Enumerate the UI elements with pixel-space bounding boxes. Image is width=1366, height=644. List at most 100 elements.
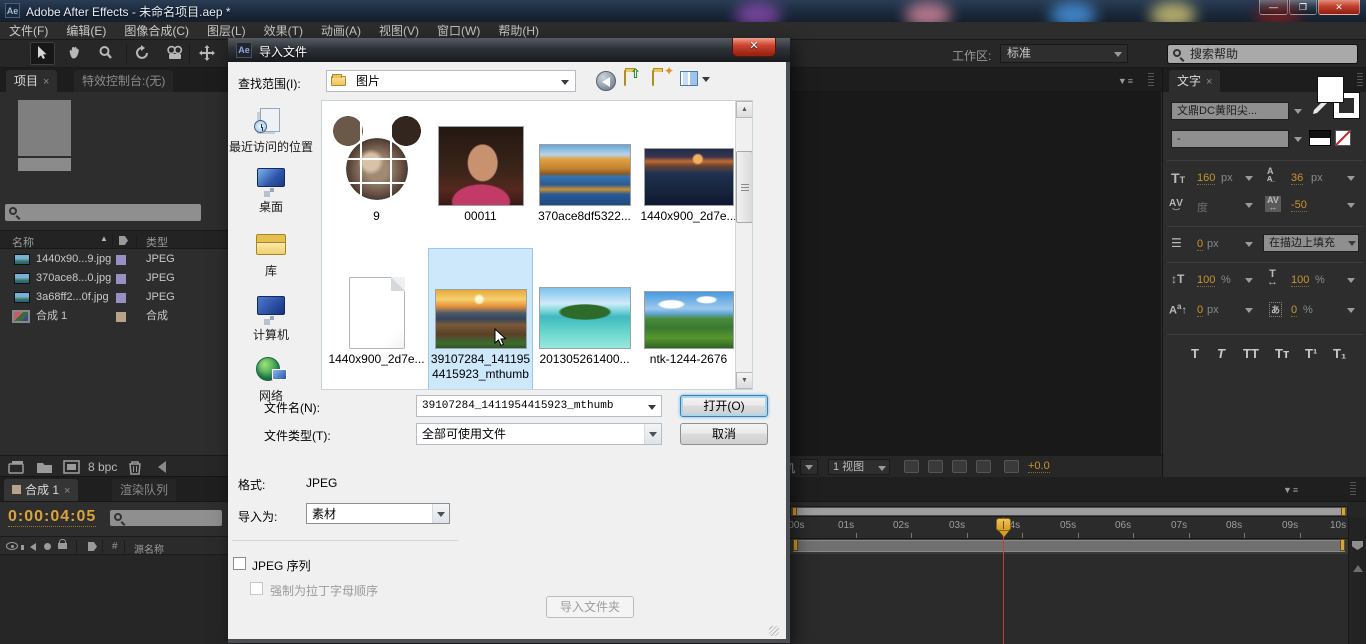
comp-marker-icon[interactable]	[1352, 541, 1363, 550]
fill-over-stroke-swatch[interactable]	[1309, 130, 1331, 146]
camera-tool[interactable]	[163, 42, 188, 65]
tab-effect-controls[interactable]: 特效控制台:(无)	[74, 70, 173, 92]
pan-behind-tool[interactable]	[195, 42, 220, 65]
project-item-row[interactable]: 1440x90...9.jpg JPEG	[0, 250, 228, 269]
place-desktop[interactable]: 桌面	[228, 166, 314, 215]
faux-italic-toggle[interactable]: T	[1217, 346, 1225, 361]
zoom-handle-left[interactable]	[792, 507, 797, 516]
fill-color-swatch[interactable]	[1317, 76, 1344, 103]
label-color-chip[interactable]	[116, 312, 126, 322]
project-search-input[interactable]	[5, 204, 201, 221]
panel-gripper[interactable]	[1357, 73, 1363, 87]
tab-render-queue[interactable]: 渲染队列	[112, 479, 176, 501]
scroll-up-button[interactable]: ▲	[736, 101, 753, 118]
project-item-row[interactable]: 3a68ff2...0f.jpg JPEG	[0, 288, 228, 307]
chevron-down-icon[interactable]	[1294, 137, 1302, 142]
dialog-close-button[interactable]: ✕	[732, 38, 776, 57]
panel-gripper[interactable]	[1350, 482, 1356, 496]
exposure-value[interactable]: +0.0	[1028, 460, 1050, 473]
tsume-value[interactable]: 0	[1291, 304, 1297, 317]
minimize-button[interactable]: —	[1259, 0, 1288, 15]
selection-tool[interactable]	[30, 42, 55, 65]
place-libraries[interactable]: 库	[228, 230, 314, 279]
place-recent[interactable]: 最近访问的位置	[228, 106, 314, 155]
label-color-chip[interactable]	[116, 255, 126, 265]
close-button[interactable]: ✕	[1318, 0, 1360, 15]
chevron-down-icon[interactable]	[1245, 203, 1253, 208]
superscript-toggle[interactable]: T¹	[1305, 346, 1317, 361]
timeline-vertical-scrollbar[interactable]	[1348, 517, 1366, 644]
file-list[interactable]: 9 00011 370ace8df5322... 1440x900_2d7e..…	[321, 100, 753, 390]
label-color-chip[interactable]	[116, 293, 126, 303]
solo-icon[interactable]	[44, 543, 51, 550]
chevron-down-icon[interactable]	[1347, 308, 1355, 313]
bit-depth-indicator[interactable]: 8 bpc	[88, 460, 117, 474]
tracking-value[interactable]: -50	[1291, 199, 1307, 212]
project-item-row[interactable]: 合成 1 合成	[0, 307, 228, 326]
source-name-column[interactable]: 源名称	[134, 541, 164, 556]
scroll-down-button[interactable]: ▼	[736, 372, 753, 389]
import-folder-button[interactable]: 导入文件夹	[546, 596, 634, 618]
views-button[interactable]	[680, 71, 698, 86]
chevron-down-icon[interactable]	[1245, 242, 1253, 247]
video-visibility-icon[interactable]	[6, 542, 18, 550]
restore-button[interactable]: ❐	[1289, 0, 1317, 15]
tab-character[interactable]: 文字×	[1169, 70, 1220, 92]
new-folder-icon[interactable]	[36, 460, 54, 474]
chevron-down-icon[interactable]	[1245, 176, 1253, 181]
interpret-footage-icon[interactable]	[8, 460, 26, 474]
place-network[interactable]: 网络	[228, 355, 314, 404]
menu-composition[interactable]: 图像合成(C)	[115, 23, 198, 40]
faux-bold-toggle[interactable]: T	[1191, 346, 1199, 361]
camera-select-arrow[interactable]	[800, 459, 818, 475]
work-area-end-handle[interactable]	[1340, 539, 1345, 551]
jpeg-sequence-checkbox[interactable]	[233, 557, 246, 570]
chevron-down-icon[interactable]	[1245, 308, 1253, 313]
small-caps-toggle[interactable]: Tᴛ	[1275, 346, 1289, 361]
filename-combo[interactable]: 39107284_1411954415923_mthumb	[416, 395, 662, 417]
collapse-arrow-icon[interactable]	[158, 461, 166, 473]
open-button[interactable]: 打开(O)	[680, 395, 768, 417]
import-as-select[interactable]: 素材	[306, 503, 450, 524]
layer-number-column[interactable]: #	[112, 541, 118, 552]
zoom-handle-right[interactable]	[1341, 507, 1346, 516]
place-computer[interactable]: 计算机	[228, 294, 314, 343]
file-item[interactable]: 1440x900_2d7e...	[325, 249, 428, 366]
font-family-select[interactable]: 文鼎DC黄阳尖...	[1171, 102, 1289, 120]
scrollbar-thumb[interactable]	[736, 151, 753, 223]
panel-gripper[interactable]	[1148, 73, 1154, 87]
file-item-selected[interactable]: 39107284_1411954415923_mthumb	[429, 249, 532, 390]
current-time-display[interactable]: 0:00:04:05	[8, 508, 96, 527]
tab-close-icon[interactable]: ×	[38, 76, 49, 88]
all-caps-toggle[interactable]: TT	[1243, 346, 1259, 361]
dialog-titlebar[interactable]: Ae 导入文件 ✕	[228, 38, 790, 62]
lock-icon[interactable]	[58, 543, 67, 549]
file-item[interactable]: ntk-1244-2676	[637, 249, 740, 366]
panel-menu-icon[interactable]: ▼≡	[1283, 485, 1299, 495]
stroke-width-value[interactable]: 0	[1197, 238, 1203, 251]
look-in-select[interactable]: 图片	[326, 70, 576, 92]
label-column-tag-icon[interactable]	[119, 236, 128, 245]
combo-dropdown-button[interactable]	[644, 424, 661, 444]
work-area-start-handle[interactable]	[793, 539, 798, 551]
grid-guides-icon[interactable]	[904, 460, 919, 473]
tab-close-icon[interactable]: ×	[59, 485, 70, 497]
chevron-down-icon[interactable]	[1347, 278, 1355, 283]
column-name[interactable]: 名称	[12, 234, 34, 250]
chevron-down-icon[interactable]	[702, 77, 710, 82]
tab-close-icon[interactable]: ×	[1201, 76, 1212, 88]
file-item[interactable]: 370ace8df5322...	[533, 106, 636, 223]
playhead-marker[interactable]	[996, 518, 1011, 531]
cancel-button[interactable]: 取消	[680, 423, 768, 445]
column-type[interactable]: 类型	[146, 234, 168, 250]
file-item[interactable]: 00011	[429, 106, 532, 223]
vertical-scale-value[interactable]: 100	[1197, 274, 1215, 287]
label-column-tag-icon[interactable]	[88, 542, 97, 551]
project-item-row[interactable]: 370ace8...0.jpg JPEG	[0, 269, 228, 288]
chevron-down-icon[interactable]	[1245, 278, 1253, 283]
combo-dropdown-button[interactable]	[432, 504, 449, 523]
file-item[interactable]: 9	[325, 106, 428, 223]
hand-tool[interactable]	[62, 42, 87, 65]
menu-file[interactable]: 文件(F)	[0, 23, 57, 40]
audio-icon[interactable]	[30, 543, 36, 551]
